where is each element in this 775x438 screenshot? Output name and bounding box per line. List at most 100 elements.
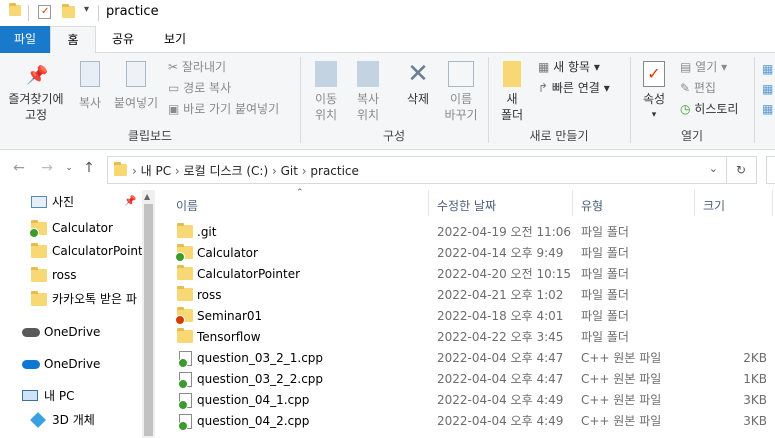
breadcrumb-item[interactable]: 로컬 디스크 (C:) xyxy=(184,164,269,178)
breadcrumb-item[interactable]: 내 PC xyxy=(141,164,171,178)
file-row[interactable]: question_04_2.cpp 2022-04-04 오후 4:49 C++ 원… xyxy=(165,411,775,432)
up-arrow-icon[interactable]: ↑ xyxy=(80,160,98,176)
new-folder-label: 새 폴더 xyxy=(500,92,524,122)
nav-item-photos[interactable]: 사진 📌 xyxy=(0,191,150,213)
clipboard-icon xyxy=(126,61,146,87)
column-name-header[interactable]: 이름 xyxy=(176,197,198,214)
rename-icon xyxy=(448,61,474,87)
check-badge-icon xyxy=(178,379,188,389)
file-row[interactable]: ross 2022-04-21 오후 1:02 파일 폴더 xyxy=(165,285,775,306)
file-row[interactable]: Tensorflow 2022-04-22 오후 3:45 파일 폴더 xyxy=(165,327,775,348)
copy-button[interactable]: 복사 xyxy=(72,61,108,111)
delete-button[interactable]: ✕ 삭제 xyxy=(396,61,440,107)
pin-label: 즐겨찾기에 고정 xyxy=(8,92,64,122)
copy-path-label: 경로 복사 xyxy=(183,81,232,95)
nav-item-onedrive[interactable]: OneDrive xyxy=(0,321,150,343)
easy-access-button[interactable]: ↱ 빠른 연결 ▾ xyxy=(538,80,610,96)
nav-item-calculator[interactable]: Calculator xyxy=(0,217,150,239)
nav-item-onedrive[interactable]: OneDrive xyxy=(0,353,150,375)
file-row[interactable]: question_03_2_1.cpp 2022-04-04 오후 4:47 C++… xyxy=(165,348,775,369)
breadcrumb-item[interactable]: Git xyxy=(281,164,298,178)
paste-shortcut-button[interactable]: ▣ 바로 가기 붙여넣기 xyxy=(168,101,279,117)
column-size-header[interactable]: 크기 xyxy=(703,197,725,214)
file-size: 3KB xyxy=(743,414,767,428)
nav-item-label: 카카오톡 받은 파 xyxy=(52,292,137,306)
error-badge-icon xyxy=(175,315,185,325)
nav-item-this-pc[interactable]: 내 PC xyxy=(0,385,150,407)
scroll-up-icon[interactable]: ▲ xyxy=(144,192,150,201)
copy-path-button[interactable]: ▭ 경로 복사 xyxy=(168,80,231,96)
address-input[interactable]: › 내 PC › 로컬 디스크 (C:) › Git › practice ⌄ xyxy=(107,156,727,184)
open-button[interactable]: ▤ 열기 ▾ xyxy=(680,59,727,75)
move-to-label: 이동 위치 xyxy=(314,92,338,122)
nav-item-label: 사진 xyxy=(52,195,75,209)
nav-item-3d-objects[interactable]: 3D 개체 xyxy=(0,409,150,431)
onedrive-icon xyxy=(22,360,40,369)
folder-icon xyxy=(177,223,193,240)
new-item-button[interactable]: ▦ 새 항목 ▾ xyxy=(538,59,600,75)
history-button[interactable]: ◷ 히스토리 xyxy=(680,101,738,117)
recent-dropdown-icon[interactable]: ⌄ xyxy=(60,163,78,173)
file-name: .git xyxy=(197,225,217,239)
new-folder-quick-icon[interactable] xyxy=(62,4,75,18)
column-date-header[interactable]: 수정한 날짜 xyxy=(437,197,496,214)
cut-button[interactable]: ✂ 잘라내기 xyxy=(168,59,226,75)
paste-button[interactable]: 붙여넣기 xyxy=(110,61,162,111)
copy-to-button[interactable]: 복사 위치 xyxy=(348,61,388,123)
nav-item-kakaotalk[interactable]: 카카오톡 받은 파 xyxy=(0,288,150,310)
file-row[interactable]: Seminar01 2022-04-18 오후 4:01 파일 폴더 xyxy=(165,306,775,327)
photo-icon xyxy=(31,196,47,208)
column-type-header[interactable]: 유형 xyxy=(581,197,603,214)
breadcrumb-item[interactable]: practice xyxy=(310,164,359,178)
folder-small-icon xyxy=(9,3,21,16)
edit-button[interactable]: ✎ 편집 xyxy=(680,80,716,96)
file-date: 2022-04-21 오후 1:02 xyxy=(437,288,564,302)
nav-item-ross[interactable]: ross xyxy=(0,264,150,286)
cpp-file-icon xyxy=(177,372,193,389)
back-arrow-icon[interactable]: ← xyxy=(10,160,28,176)
file-row[interactable]: Calculator 2022-04-14 오후 9:49 파일 폴더 xyxy=(165,243,775,264)
search-input[interactable] xyxy=(766,156,775,184)
nav-scrollbar-thumb[interactable] xyxy=(144,204,153,436)
chevron-down-icon[interactable]: ▾ xyxy=(84,4,89,15)
open-icon: ▤ xyxy=(680,60,696,74)
tab-home[interactable]: 홈 xyxy=(50,26,96,54)
pin-button[interactable]: 📌 즐겨찾기에 고정 xyxy=(2,65,70,123)
nav-item-label: ross xyxy=(52,268,77,282)
file-row[interactable]: question_04_1.cpp 2022-04-04 오후 4:49 C++ 원… xyxy=(165,390,775,411)
refresh-button[interactable]: ↻ xyxy=(726,156,757,184)
file-size: 1KB xyxy=(743,372,767,386)
new-folder-button[interactable]: 새 폴더 xyxy=(494,61,530,123)
copy-label: 복사 xyxy=(78,96,102,110)
cpp-file-icon xyxy=(177,414,193,431)
easy-access-label: 빠른 연결 xyxy=(551,81,600,95)
file-type: C++ 원본 파일 xyxy=(581,393,662,407)
rename-button[interactable]: 이름 바꾸기 xyxy=(440,61,482,123)
forward-arrow-icon[interactable]: → xyxy=(38,160,56,176)
group-clipboard-label: 클립보드 xyxy=(127,129,173,143)
sort-up-icon: ⌃ xyxy=(296,188,304,198)
select-group-icons[interactable]: ▦ ▦ ▦ xyxy=(762,59,773,119)
file-name: question_04_2.cpp xyxy=(197,414,310,428)
check-badge-icon xyxy=(178,358,188,368)
shortcut-icon: ▣ xyxy=(168,102,184,116)
check-badge-icon xyxy=(178,400,188,410)
tab-view[interactable]: 보기 xyxy=(152,26,198,53)
file-type: 파일 폴더 xyxy=(581,330,629,344)
file-row[interactable]: question_03_2_2.cpp 2022-04-04 오후 4:47 C++… xyxy=(165,369,775,390)
move-to-button[interactable]: 이동 위치 xyxy=(306,61,346,123)
address-dropdown-icon[interactable]: ⌄ xyxy=(709,162,718,175)
properties-quick-icon[interactable]: ✓ xyxy=(38,5,51,19)
rename-label: 이름 바꾸기 xyxy=(444,92,478,122)
file-row[interactable]: CalculatorPointer 2022-04-20 오전 10:15 파일 폴… xyxy=(165,264,775,285)
cpp-file-icon xyxy=(177,351,193,368)
tab-share[interactable]: 공유 xyxy=(100,26,146,53)
tab-file[interactable]: 파일 xyxy=(0,26,50,53)
file-date: 2022-04-04 오후 4:47 xyxy=(437,351,564,365)
breadcrumb-sep-icon: › xyxy=(132,164,141,178)
nav-item-calculatorpointer[interactable]: CalculatorPointer xyxy=(0,240,150,262)
properties-button[interactable]: ✓ 속성 ▾ xyxy=(634,61,674,123)
chevron-down-icon: ▾ xyxy=(651,110,657,120)
file-row[interactable]: .git 2022-04-19 오전 11:06 파일 폴더 xyxy=(165,222,775,243)
new-item-label: 새 항목 xyxy=(553,60,591,74)
